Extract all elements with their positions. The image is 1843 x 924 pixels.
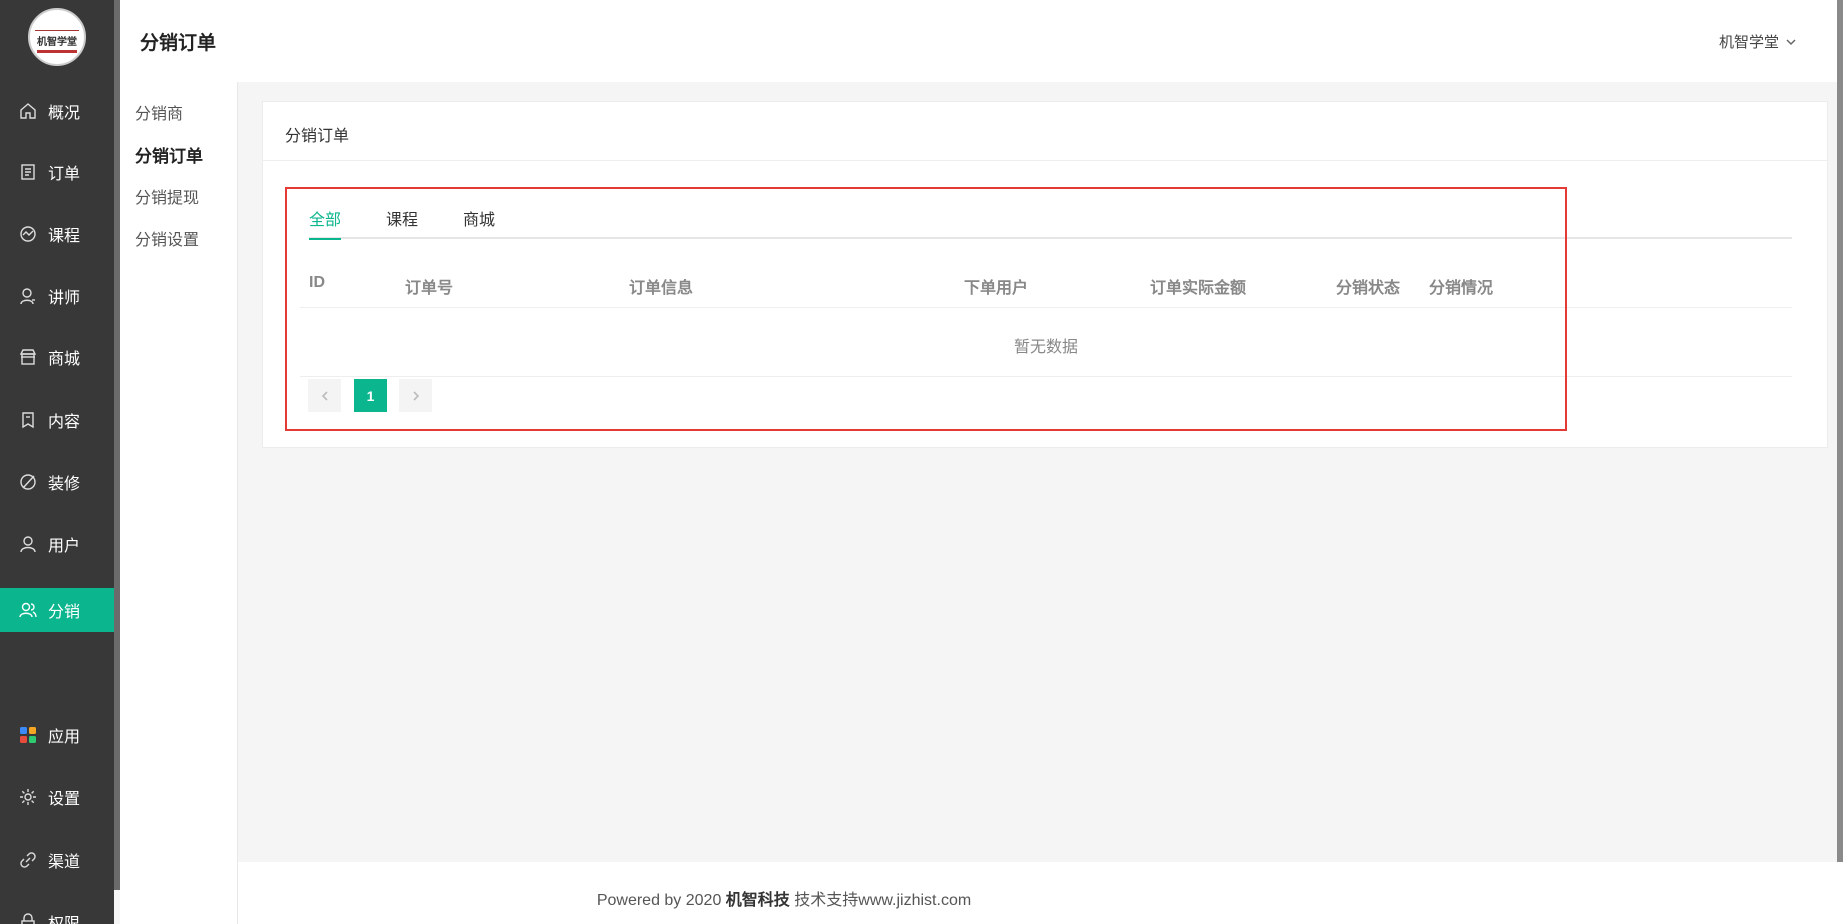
sidebar-item-teachers[interactable]: 讲师 (0, 274, 114, 318)
table-header: ID 订单号 订单信息 下单用户 订单实际金额 分销状态 分销情况 (300, 266, 1792, 308)
order-icon (18, 162, 38, 182)
sidebar-item-distribution[interactable]: 分销 (0, 588, 114, 632)
sidebar-item-label: 渠道 (48, 854, 81, 871)
chevron-left-icon (321, 390, 328, 401)
user-name: 机智学堂 (1718, 34, 1779, 51)
subnav-item-distributors[interactable]: 分销商 (135, 100, 183, 124)
chevron-right-icon (412, 390, 419, 401)
brand-logo[interactable]: 机智学堂 (28, 8, 86, 66)
logo-ribbon (37, 50, 77, 53)
sidebar-item-label: 装修 (48, 476, 81, 493)
tab-courses[interactable]: 课程 (386, 206, 418, 238)
top-bar: 分销订单 机智学堂 (120, 0, 1843, 82)
sidebar-item-label: 讲师 (48, 290, 81, 307)
logo-text: 机智学堂 (37, 37, 77, 48)
pagination-next-button[interactable] (399, 379, 432, 412)
sidebar-item-permissions[interactable]: 权限 (0, 900, 114, 924)
card-title: 分销订单 (263, 102, 1827, 161)
subnav-item-withdrawals[interactable]: 分销提现 (135, 184, 199, 208)
user-icon (18, 534, 38, 554)
gear-icon (18, 787, 38, 807)
sidebar-item-overview[interactable]: 概况 (0, 89, 114, 133)
table-empty-row: 暂无数据 (300, 309, 1792, 377)
sidebar-item-label: 内容 (48, 414, 81, 431)
sidebar-item-label: 概况 (48, 105, 81, 122)
sidebar-item-courses[interactable]: 课程 (0, 212, 114, 256)
sidebar-item-label: 权限 (48, 910, 80, 924)
logo-crest (35, 21, 79, 31)
main-sidebar: 机智学堂 概况 订单 课程 讲师 商城 内容 装修 用户 分销 应用 设置 渠道 (0, 0, 114, 924)
order-type-tabs: 全部 课程 商城 (309, 206, 1792, 240)
distribution-icon (18, 600, 38, 620)
footer-text: Powered by 2020 机智科技 技术支持www.jizhist.com (238, 886, 1330, 910)
column-header-order-info: 订单信息 (629, 280, 694, 297)
sidebar-item-settings[interactable]: 设置 (0, 775, 114, 819)
sidebar-item-label: 设置 (48, 791, 81, 808)
column-header-details: 分销情况 (1429, 280, 1494, 297)
sidebar-item-label: 应用 (48, 729, 81, 746)
sidebar-item-channels[interactable]: 渠道 (0, 838, 114, 882)
sidebar-item-label: 商城 (48, 351, 81, 368)
column-header-buyer: 下单用户 (964, 280, 1029, 297)
sidebar-item-store[interactable]: 商城 (0, 335, 114, 379)
sidebar-item-label: 课程 (48, 228, 81, 245)
tab-all[interactable]: 全部 (309, 206, 342, 240)
link-icon (18, 850, 38, 870)
sidebar-item-label: 订单 (48, 166, 81, 183)
page-title: 分销订单 (140, 33, 217, 54)
column-header-amount: 订单实际金额 (1150, 280, 1247, 297)
sidebar-item-content[interactable]: 内容 (0, 398, 114, 442)
footer: Powered by 2020 机智科技 技术支持www.jizhist.com (238, 862, 1843, 924)
subnav-item-distribution-orders[interactable]: 分销订单 (135, 142, 203, 167)
sidebar-item-decorate[interactable]: 装修 (0, 460, 114, 504)
course-icon (18, 224, 38, 244)
apps-icon (18, 725, 38, 745)
content-icon (18, 410, 38, 430)
column-header-id: ID (309, 274, 325, 291)
footer-company: 机智科技 (725, 892, 790, 909)
pagination-page-current[interactable]: 1 (354, 379, 387, 412)
sidebar-item-apps[interactable]: 应用 (0, 713, 114, 757)
chevron-down-icon (1786, 38, 1796, 45)
sub-navigation: 分销商 分销订单 分销提现 分销设置 (120, 82, 238, 924)
sidebar-item-label: 用户 (48, 538, 81, 555)
footer-prefix: Powered by 2020 (596, 892, 726, 909)
subnav-item-settings[interactable]: 分销设置 (135, 226, 199, 250)
decorate-icon (18, 472, 38, 492)
home-icon (18, 101, 38, 121)
sidebar-item-label: 分销 (48, 604, 81, 621)
tab-store[interactable]: 商城 (463, 206, 495, 238)
column-header-order-no: 订单号 (405, 280, 454, 297)
footer-suffix: 技术支持www.jizhist.com (789, 892, 972, 909)
teacher-icon (18, 286, 38, 306)
empty-state-text: 暂无数据 (1013, 339, 1078, 356)
sidebar-item-orders[interactable]: 订单 (0, 150, 114, 194)
store-icon (18, 347, 38, 367)
page-scrollbar[interactable] (1837, 0, 1843, 905)
pagination-prev-button[interactable] (308, 379, 341, 412)
sidebar-item-users[interactable]: 用户 (0, 522, 114, 566)
column-header-status: 分销状态 (1336, 280, 1401, 297)
user-menu[interactable]: 机智学堂 (1719, 31, 1797, 52)
lock-icon (18, 912, 38, 924)
